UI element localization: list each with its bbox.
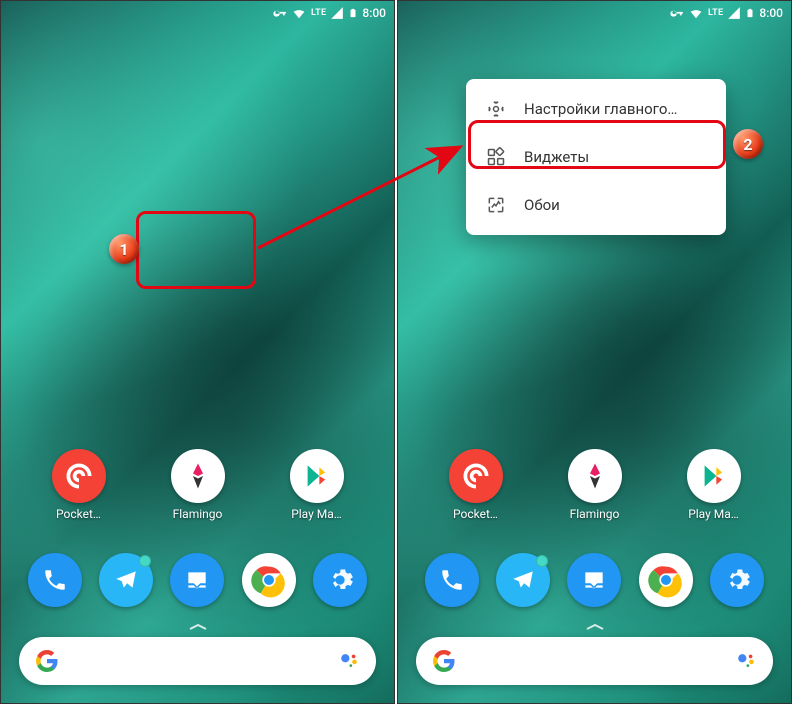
widgets-icon [486, 147, 506, 167]
step-badge-1: 1 [109, 234, 139, 264]
wifi-icon [291, 6, 307, 20]
lte-label: LTE [708, 8, 723, 18]
app-telegram[interactable] [94, 553, 158, 607]
menu-item-wallpaper[interactable]: Обои [466, 181, 726, 229]
status-bar: LTE 8:00 [1, 1, 394, 25]
pocketcasts-icon [64, 461, 94, 491]
app-label: Pocket… [56, 507, 101, 521]
status-bar: LTE 8:00 [398, 1, 791, 25]
google-search-bar[interactable] [416, 637, 773, 685]
phone-icon [42, 567, 68, 593]
gear-icon [723, 566, 751, 594]
inbox-icon [581, 567, 607, 593]
clock: 8:00 [362, 6, 386, 20]
homescreen-context-menu: Настройки главного… Виджеты Обои [466, 79, 726, 235]
gear-icon [486, 99, 506, 119]
chrome-icon [646, 560, 686, 600]
app-inbox[interactable] [165, 553, 229, 607]
signal-icon [727, 6, 741, 20]
app-settings[interactable] [705, 553, 769, 607]
key-icon [273, 6, 287, 20]
menu-label: Настройки главного… [524, 100, 677, 118]
key-icon [670, 6, 684, 20]
step-badge-2: 2 [733, 129, 763, 159]
phone-icon [439, 567, 465, 593]
app-phone[interactable] [420, 553, 484, 607]
app-playmarket[interactable]: Play Ма… [682, 449, 746, 521]
app-chrome[interactable] [237, 553, 301, 607]
google-g-icon [432, 649, 456, 673]
app-label: Play Ма… [291, 507, 342, 521]
app-label: Flamingo [173, 507, 223, 521]
telegram-icon [113, 567, 139, 593]
wallpaper-icon [486, 195, 506, 215]
phone-screen-left: LTE 8:00 Pocket… Flamingo Play Ма… [0, 0, 395, 704]
app-label: Flamingo [570, 507, 620, 521]
pocketcasts-icon [461, 461, 491, 491]
app-playmarket[interactable]: Play Ма… [285, 449, 349, 521]
app-inbox[interactable] [562, 553, 626, 607]
play-icon [303, 462, 331, 490]
telegram-icon [510, 567, 536, 593]
app-flamingo[interactable]: Flamingo [563, 449, 627, 521]
app-phone[interactable] [23, 553, 87, 607]
menu-label: Виджеты [524, 148, 589, 166]
menu-item-home-settings[interactable]: Настройки главного… [466, 85, 726, 133]
menu-item-widgets[interactable]: Виджеты [466, 133, 726, 181]
app-pocketcasts[interactable]: Pocket… [444, 449, 508, 521]
app-pocketcasts[interactable]: Pocket… [47, 449, 111, 521]
app-row: Pocket… Flamingo Play Ма… [398, 449, 791, 521]
drag-handle-icon[interactable] [188, 623, 208, 631]
clock: 8:00 [759, 6, 783, 20]
signal-icon [330, 6, 344, 20]
flamingo-icon [183, 461, 213, 491]
battery-icon [745, 5, 755, 21]
play-icon [700, 462, 728, 490]
app-label: Play Ма… [688, 507, 739, 521]
app-chrome[interactable] [634, 553, 698, 607]
menu-label: Обои [524, 196, 560, 214]
dock [1, 553, 394, 607]
inbox-icon [184, 567, 210, 593]
assistant-icon[interactable] [338, 650, 360, 672]
wifi-icon [688, 6, 704, 20]
lte-label: LTE [311, 8, 326, 18]
app-label: Pocket… [453, 507, 498, 521]
app-telegram[interactable] [491, 553, 555, 607]
drag-handle-icon[interactable] [585, 623, 605, 631]
assistant-icon[interactable] [735, 650, 757, 672]
notification-dot [536, 555, 548, 567]
notification-dot [139, 555, 151, 567]
battery-icon [348, 5, 358, 21]
flamingo-icon [580, 461, 610, 491]
google-search-bar[interactable] [19, 637, 376, 685]
google-g-icon [35, 649, 59, 673]
app-row: Pocket… Flamingo Play Ма… [1, 449, 394, 521]
chrome-icon [249, 560, 289, 600]
gear-icon [326, 566, 354, 594]
dock [398, 553, 791, 607]
app-flamingo[interactable]: Flamingo [166, 449, 230, 521]
phone-screen-right: LTE 8:00 Настройки главного… Виджеты Обо… [397, 0, 792, 704]
app-settings[interactable] [308, 553, 372, 607]
